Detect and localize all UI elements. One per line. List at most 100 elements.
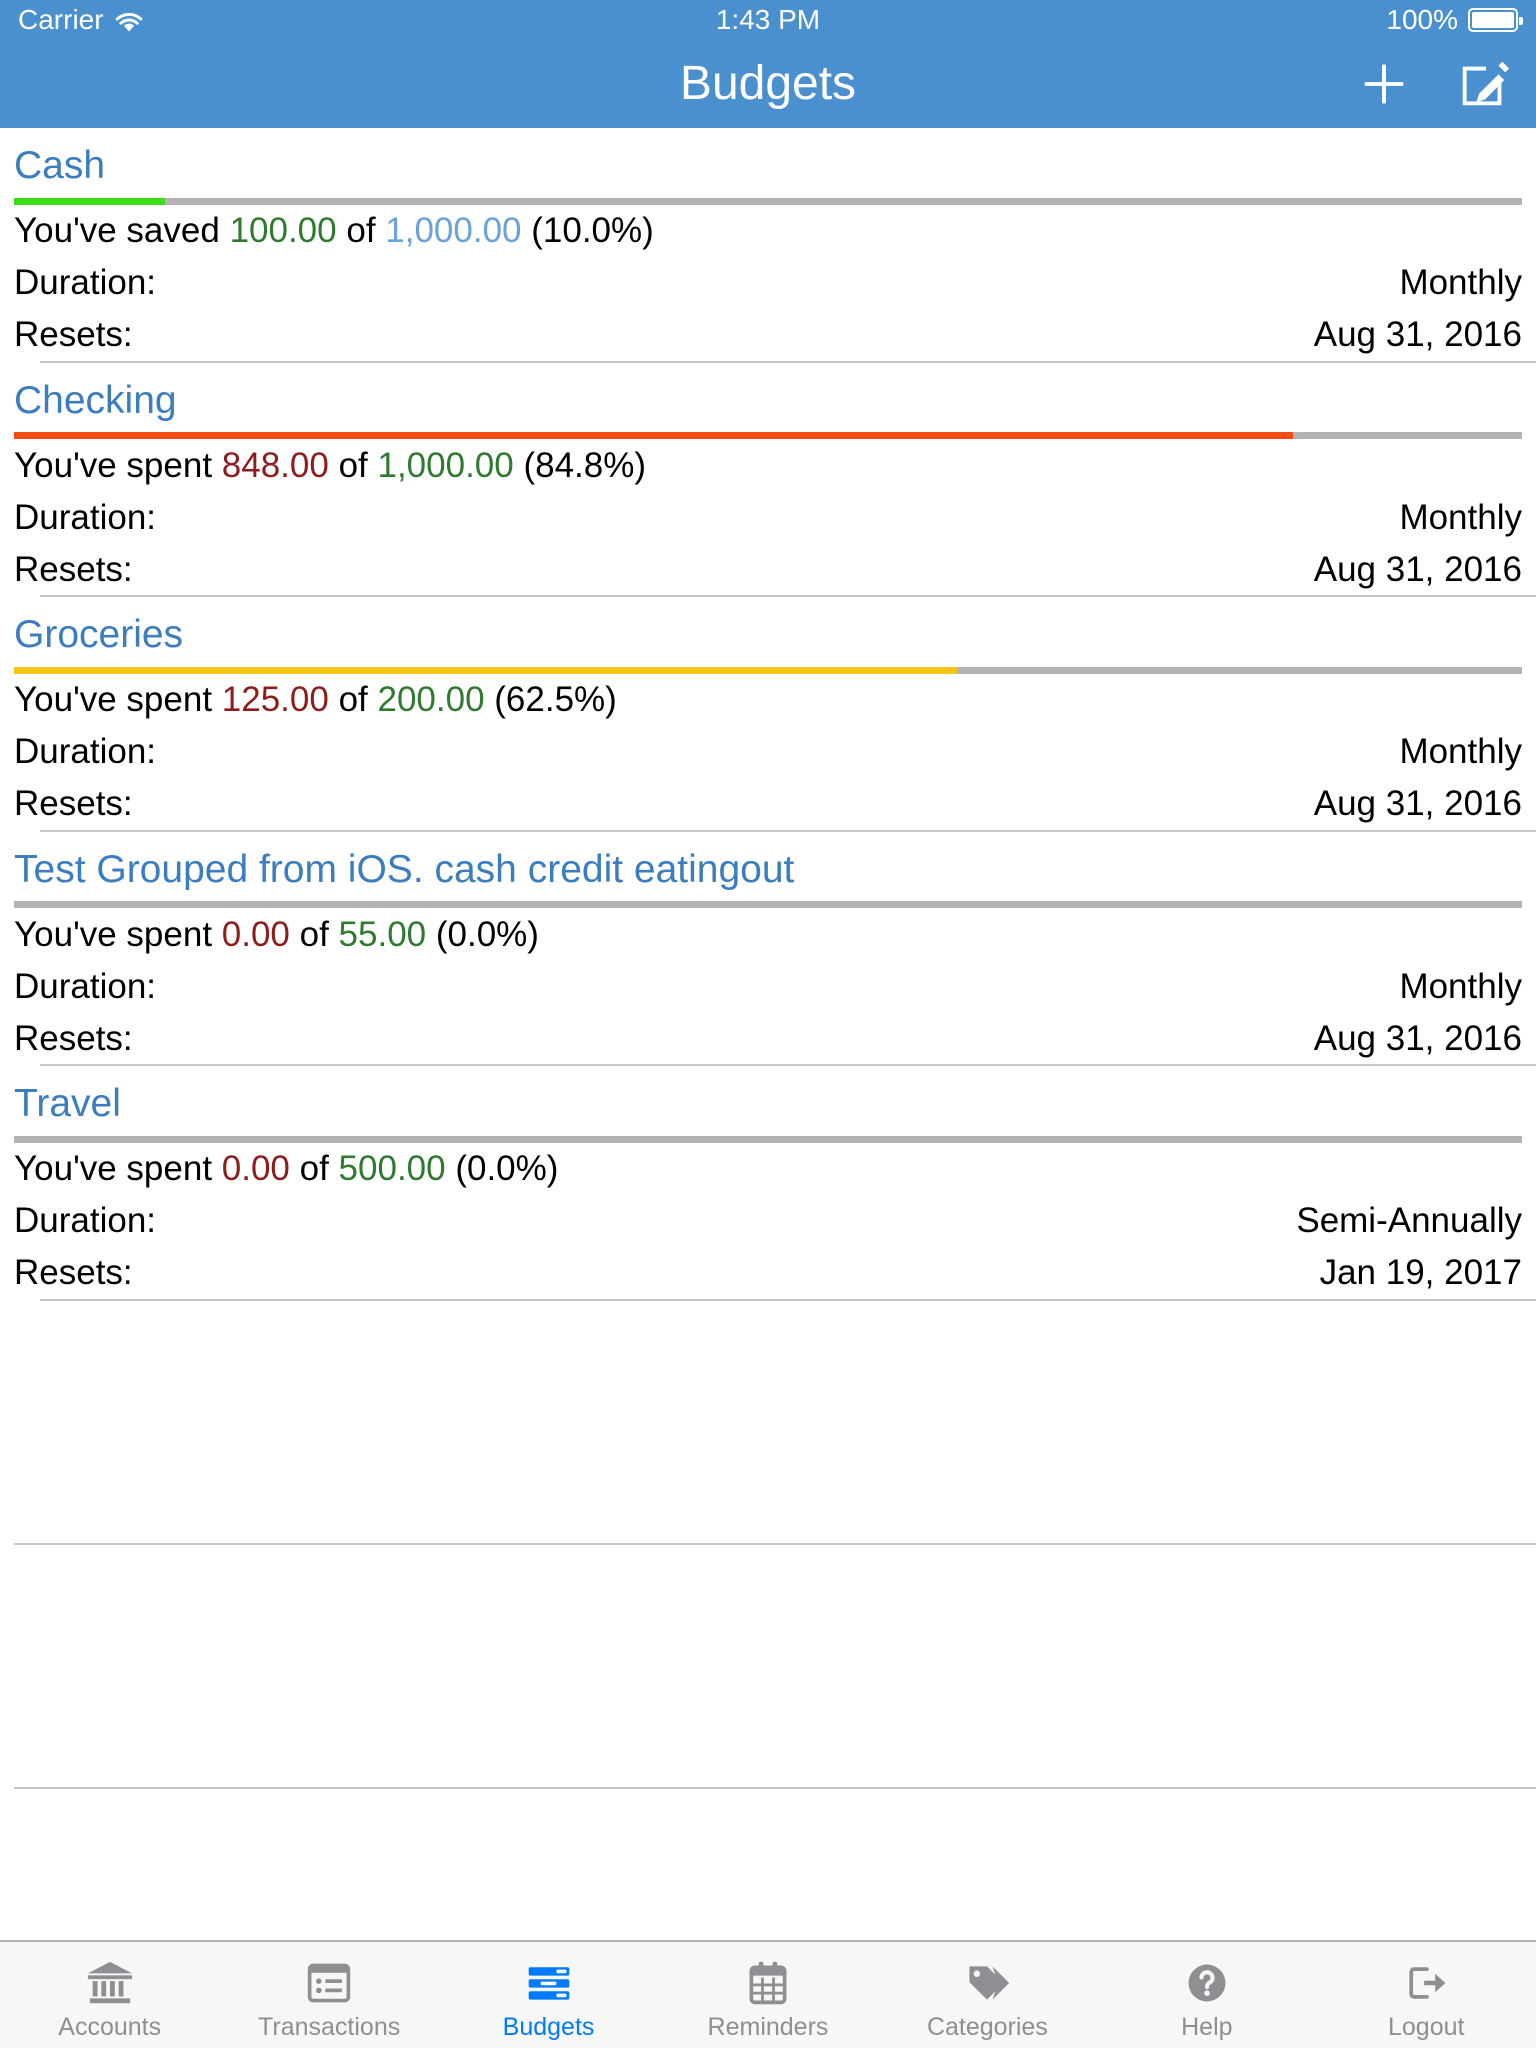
battery-fill bbox=[1472, 12, 1514, 28]
summary-middle-text: of bbox=[289, 914, 339, 954]
budget-section[interactable]: Travel You've spent 0.00 of 500.00 (0.0%)… bbox=[0, 1066, 1536, 1299]
duration-label: Duration: bbox=[14, 497, 157, 537]
tab-label: Logout bbox=[1388, 2012, 1465, 2041]
budget-progress-bar bbox=[14, 901, 1522, 909]
tab-transactions[interactable]: Transactions bbox=[219, 1942, 438, 2048]
budget-duration-row: Duration: Monthly bbox=[0, 257, 1536, 309]
budget-summary-row: You've saved 100.00 of 1,000.00 (10.0%) bbox=[0, 205, 1536, 257]
budget-name[interactable]: Test Grouped from iOS. cash credit eatin… bbox=[14, 846, 1522, 894]
budget-summary-text: You've spent 0.00 of 500.00 (0.0%) bbox=[14, 1151, 558, 1186]
navigation-bar: Carrier 1:43 PM 100% Budgets bbox=[0, 0, 1536, 128]
duration-label: Duration: bbox=[14, 1201, 157, 1241]
budget-progress-bar bbox=[14, 197, 1522, 205]
duration-value: Semi-Annually bbox=[1296, 1201, 1522, 1241]
budget-summary-text: You've spent 125.00 of 200.00 (62.5%) bbox=[14, 682, 617, 717]
budget-name[interactable]: Travel bbox=[14, 1080, 1522, 1128]
summary-middle-text: of bbox=[289, 1149, 339, 1189]
duration-label: Duration: bbox=[14, 966, 157, 1006]
budget-current-amount: 0.00 bbox=[221, 914, 290, 954]
budget-summary-row: You've spent 848.00 of 1,000.00 (84.8%) bbox=[0, 439, 1536, 491]
resets-label: Resets: bbox=[14, 1253, 133, 1293]
tab-label: Accounts bbox=[58, 2012, 162, 2041]
tab-budgets[interactable]: Budgets bbox=[439, 1942, 658, 2048]
tab-categories[interactable]: Categories bbox=[878, 1942, 1097, 2048]
budget-progress-fill bbox=[14, 666, 957, 674]
budget-current-amount: 0.00 bbox=[221, 1149, 290, 1189]
resets-label: Resets: bbox=[14, 315, 133, 355]
status-bar-right: 100% bbox=[1386, 4, 1523, 35]
tab-label: Transactions bbox=[258, 2012, 401, 2041]
budget-current-amount: 100.00 bbox=[229, 211, 337, 251]
budgets-screen: Carrier 1:43 PM 100% Budgets Cash You've… bbox=[0, 0, 1536, 2048]
budget-name[interactable]: Checking bbox=[14, 377, 1522, 425]
budget-summary-text: You've saved 100.00 of 1,000.00 (10.0%) bbox=[14, 213, 654, 248]
budget-progress-bar bbox=[14, 666, 1522, 674]
budget-total-amount: 200.00 bbox=[377, 680, 485, 720]
summary-prefix: You've spent bbox=[14, 445, 222, 485]
budget-resets-row: Resets: Jan 19, 2017 bbox=[0, 1247, 1536, 1299]
tab-logout[interactable]: Logout bbox=[1317, 1942, 1536, 2048]
budget-percent-text: (62.5%) bbox=[484, 680, 617, 720]
summary-middle-text: of bbox=[336, 211, 386, 251]
tab-label: Reminders bbox=[707, 2012, 829, 2041]
budget-summary-row: You've spent 0.00 of 55.00 (0.0%) bbox=[0, 908, 1536, 960]
budget-header: Cash bbox=[0, 128, 1536, 205]
budgets-list[interactable]: Cash You've saved 100.00 of 1,000.00 (10.… bbox=[0, 128, 1536, 1940]
budget-header: Groceries bbox=[0, 597, 1536, 674]
budget-total-amount: 1,000.00 bbox=[385, 211, 522, 251]
edit-budgets-button[interactable] bbox=[1454, 54, 1514, 114]
budget-duration-row: Duration: Monthly bbox=[0, 960, 1536, 1012]
budget-section[interactable]: Groceries You've spent 125.00 of 200.00 (… bbox=[0, 597, 1536, 830]
tab-label: Help bbox=[1181, 2012, 1233, 2041]
tab-accounts[interactable]: Accounts bbox=[0, 1942, 219, 2048]
duration-label: Duration: bbox=[14, 263, 157, 303]
budget-progress-bar bbox=[14, 1135, 1522, 1143]
resets-value: Jan 19, 2017 bbox=[1319, 1253, 1522, 1293]
page-title: Budgets bbox=[679, 57, 857, 110]
budget-header: Checking bbox=[0, 363, 1536, 440]
summary-middle-text: of bbox=[328, 680, 378, 720]
battery-icon bbox=[1468, 8, 1523, 32]
budget-resets-row: Resets: Aug 31, 2016 bbox=[0, 778, 1536, 830]
navigation-actions bbox=[1354, 40, 1514, 128]
resets-value: Aug 31, 2016 bbox=[1313, 315, 1522, 355]
question-circle-icon bbox=[1181, 1957, 1233, 2009]
summary-prefix: You've spent bbox=[14, 1149, 222, 1189]
tab-help[interactable]: Help bbox=[1097, 1942, 1316, 2048]
add-budget-button[interactable] bbox=[1354, 54, 1414, 114]
budget-name[interactable]: Groceries bbox=[14, 611, 1522, 659]
summary-prefix: You've saved bbox=[14, 211, 230, 251]
budget-duration-row: Duration: Semi-Annually bbox=[0, 1195, 1536, 1247]
budget-progress-bar bbox=[14, 432, 1522, 440]
status-bar-clock: 1:43 PM bbox=[715, 4, 821, 35]
budget-resets-row: Resets: Aug 31, 2016 bbox=[0, 309, 1536, 361]
resets-value: Aug 31, 2016 bbox=[1313, 1018, 1522, 1058]
budget-section[interactable]: Checking You've spent 848.00 of 1,000.00 … bbox=[0, 363, 1536, 596]
tab-bar[interactable]: Accounts Transactions Budgets Reminders Cate… bbox=[0, 1940, 1536, 2048]
budget-name[interactable]: Cash bbox=[14, 142, 1522, 190]
budget-section[interactable]: Test Grouped from iOS. cash credit eatin… bbox=[0, 832, 1536, 1065]
duration-value: Monthly bbox=[1399, 966, 1522, 1006]
empty-list-row bbox=[14, 1301, 1536, 1545]
budget-resets-row: Resets: Aug 31, 2016 bbox=[0, 1012, 1536, 1064]
calendar-icon bbox=[742, 1957, 794, 2009]
budget-duration-row: Duration: Monthly bbox=[0, 726, 1536, 778]
tags-icon bbox=[961, 1957, 1013, 2009]
budget-percent-text: (10.0%) bbox=[521, 211, 654, 251]
budget-percent-text: (0.0%) bbox=[445, 1149, 559, 1189]
budget-percent-text: (0.0%) bbox=[426, 914, 539, 954]
budget-section[interactable]: Cash You've saved 100.00 of 1,000.00 (10.… bbox=[0, 128, 1536, 361]
tab-reminders[interactable]: Reminders bbox=[658, 1942, 877, 2048]
budget-percent-text: (84.8%) bbox=[513, 445, 647, 485]
budget-progress-fill bbox=[14, 197, 165, 205]
summary-middle-text: of bbox=[328, 445, 378, 485]
budget-current-amount: 848.00 bbox=[221, 445, 329, 485]
budget-resets-row: Resets: Aug 31, 2016 bbox=[0, 543, 1536, 595]
resets-label: Resets: bbox=[14, 784, 133, 824]
battery-percent-label: 100% bbox=[1386, 4, 1458, 35]
resets-value: Aug 31, 2016 bbox=[1313, 549, 1522, 589]
tab-label: Budgets bbox=[502, 2012, 595, 2041]
duration-value: Monthly bbox=[1399, 497, 1522, 537]
budget-total-amount: 500.00 bbox=[338, 1149, 446, 1189]
resets-value: Aug 31, 2016 bbox=[1313, 784, 1522, 824]
